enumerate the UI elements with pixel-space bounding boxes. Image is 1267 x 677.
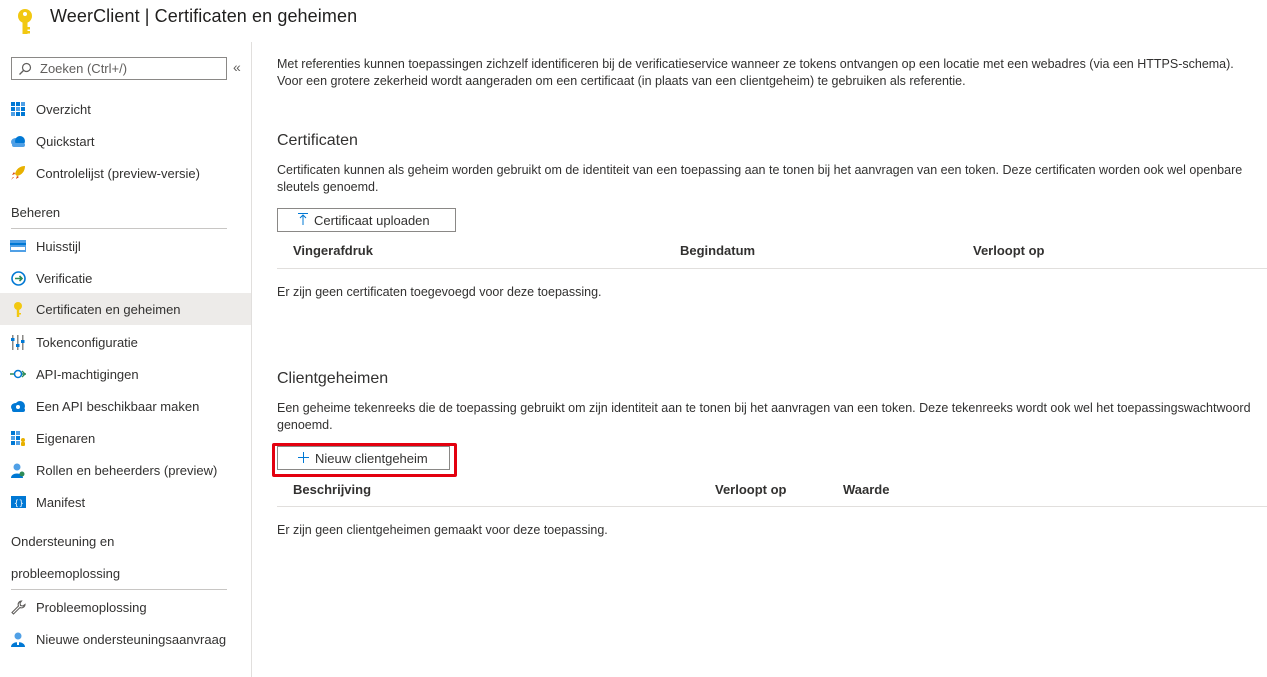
intro-text: Met referenties kunnen toepassingen zich… (277, 57, 1234, 88)
sidebar: « Overzicht Quickstart Controlelij (0, 42, 252, 677)
client-secrets-description: Een geheime tekenreeks die de toepassing… (277, 401, 1251, 432)
sidebar-item-label: Probleemoplossing (36, 600, 147, 615)
collapse-sidebar-icon[interactable]: « (233, 59, 241, 75)
search-input[interactable] (40, 61, 220, 76)
sidebar-item-label: Eigenaren (36, 431, 96, 446)
page-title: WeerClient | Certificaten en geheimen (50, 6, 358, 26)
sidebar-item-label: API-machtigingen (36, 367, 139, 382)
key-icon (18, 9, 32, 34)
sidebar-item-label: Quickstart (36, 134, 95, 149)
sidebar-item-overzicht[interactable]: Overzicht (0, 93, 251, 125)
column-header-vingerafdruk[interactable]: Vingerafdruk (293, 243, 373, 258)
section-heading-beheren: Beheren (11, 205, 61, 220)
sidebar-item-tokenconfiguratie[interactable]: Tokenconfiguratie (0, 326, 251, 358)
sidebar-item-rollen[interactable]: Rollen en beheerders (preview) (0, 454, 251, 486)
upload-certificate-button[interactable]: Certificaat uploaden (277, 208, 456, 232)
sidebar-item-certificaten[interactable]: Certificaten en geheimen (0, 293, 251, 325)
sidebar-item-label: Verificatie (36, 271, 93, 286)
sidebar-item-ondersteuningsaanvraag[interactable]: Nieuwe ondersteuningsaanvraag (0, 623, 251, 655)
verification-icon (10, 270, 26, 286)
certificates-description: Certificaten kunnen als geheim worden ge… (277, 163, 1243, 194)
upload-icon (298, 212, 308, 228)
branding-icon (10, 238, 26, 254)
sidebar-item-probleemoplossing[interactable]: Probleemoplossing (0, 591, 251, 623)
column-header-waarde[interactable]: Waarde (843, 482, 889, 497)
api-permissions-icon (10, 366, 26, 382)
table-divider (277, 268, 1267, 269)
sidebar-item-label: Certificaten en geheimen (36, 302, 181, 317)
sidebar-item-label: Manifest (36, 495, 86, 510)
search-icon (19, 62, 32, 75)
column-header-begindatum[interactable]: Begindatum (680, 243, 755, 258)
new-client-secret-button[interactable]: Nieuw clientgeheim (277, 446, 450, 470)
table-divider (277, 506, 1267, 507)
sidebar-item-label: Rollen en beheerders (preview) (36, 463, 218, 478)
sidebar-item-label: Een API beschikbaar maken (36, 399, 200, 414)
sidebar-item-huisstijl[interactable]: Huisstijl (0, 230, 251, 262)
wrench-icon (10, 599, 26, 615)
certificates-heading: Certificaten (277, 132, 358, 149)
section-heading-probleemoplossing: probleemoplossing (11, 566, 121, 581)
column-header-verloopt-op[interactable]: Verloopt op (973, 243, 1045, 258)
section-divider (11, 589, 227, 590)
sidebar-item-label: Controlelijst (preview-versie) (36, 166, 200, 181)
roles-icon (10, 462, 26, 478)
grid-icon (10, 101, 26, 117)
key-icon (10, 301, 26, 317)
client-secrets-empty-text: Er zijn geen clientgeheimen gemaakt voor… (277, 523, 608, 537)
sidebar-item-controlelijst[interactable]: Controlelijst (preview-versie) (0, 157, 251, 189)
sidebar-item-eigenaren[interactable]: Eigenaren (0, 422, 251, 454)
sidebar-item-quickstart[interactable]: Quickstart (0, 125, 251, 157)
section-divider (11, 228, 227, 229)
upload-certificate-label: Certificaat uploaden (314, 212, 430, 228)
sidebar-item-label: Overzicht (36, 102, 91, 117)
certificates-empty-text: Er zijn geen certificaten toegevoegd voo… (277, 285, 602, 299)
svg-text:{}: {} (14, 499, 24, 508)
sidebar-item-manifest[interactable]: {} Manifest (0, 486, 251, 518)
section-heading-ondersteuning: Ondersteuning en (11, 534, 115, 549)
plus-icon (298, 450, 309, 466)
sidebar-item-api-beschikbaar[interactable]: Een API beschikbaar maken (0, 390, 251, 422)
new-client-secret-label: Nieuw clientgeheim (315, 450, 428, 466)
owners-icon (10, 430, 26, 446)
token-config-icon (10, 334, 26, 350)
rocket-icon (10, 165, 26, 181)
sidebar-item-label: Huisstijl (36, 239, 81, 254)
sidebar-item-verificatie[interactable]: Verificatie (0, 262, 251, 294)
sidebar-item-api-machtigingen[interactable]: API-machtigingen (0, 358, 251, 390)
manifest-icon: {} (10, 494, 26, 510)
support-person-icon (10, 631, 26, 647)
client-secrets-heading: Clientgeheimen (277, 370, 389, 387)
search-box[interactable] (11, 57, 227, 80)
sidebar-item-label: Nieuwe ondersteuningsaanvraag (36, 632, 227, 647)
cloud-api-icon (10, 398, 26, 414)
column-header-beschrijving[interactable]: Beschrijving (293, 482, 371, 497)
sidebar-item-label: Tokenconfiguratie (36, 335, 138, 350)
column-header-verloopt-op[interactable]: Verloopt op (715, 482, 787, 497)
cloud-icon (10, 133, 26, 149)
page-header: WeerClient | Certificaten en geheimen (0, 0, 1267, 42)
